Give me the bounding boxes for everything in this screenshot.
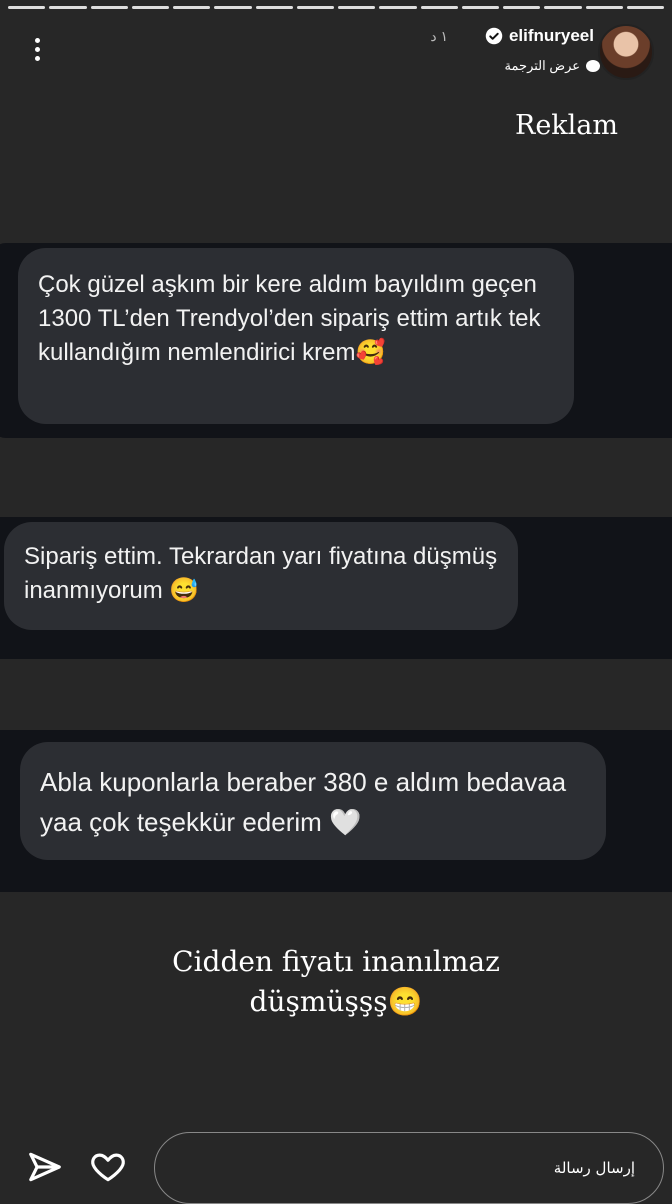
username[interactable]: elifnuryeel (509, 26, 594, 46)
caption-line: düşmüşşş😁 (249, 985, 423, 1018)
caption-line: Cidden fiyatı inanılmaz (172, 945, 500, 978)
message-bubble: Sipariş ettim. Tekrardan yarı fiyatına d… (4, 522, 518, 630)
user-row[interactable]: elifnuryeel (485, 26, 594, 46)
avatar[interactable] (598, 24, 654, 80)
progress-segment (255, 6, 293, 9)
progress-segment (420, 6, 458, 9)
story-footer (0, 1130, 672, 1204)
progress-segment (131, 6, 169, 9)
progress-segment (49, 6, 87, 9)
progress-segment (585, 6, 623, 9)
progress-segment (296, 6, 334, 9)
heart-icon[interactable] (88, 1148, 128, 1186)
progress-segment (90, 6, 128, 9)
progress-segment (626, 6, 664, 9)
story-time: ١ د (430, 28, 448, 44)
more-options-button[interactable] (22, 34, 52, 70)
progress-segment (173, 6, 211, 9)
message-input[interactable] (154, 1132, 664, 1204)
message-bubble: Çok güzel aşkım bir kere aldım bayıldım … (18, 248, 574, 424)
progress-segment (8, 6, 46, 9)
progress-segment (338, 6, 376, 9)
more-vertical-icon (34, 38, 40, 43)
progress-segment (214, 6, 252, 9)
story-caption: Cidden fiyatı inanılmaz düşmüşşş😁 (0, 942, 672, 1022)
message-bubble: Abla kuponlarla beraber 380 e aldım beda… (20, 742, 606, 860)
chat-bubble-icon (586, 60, 600, 72)
verified-badge-icon (485, 27, 503, 45)
more-vertical-icon-dot (34, 47, 40, 52)
story-header: ١ د elifnuryeel عرض الترجمة (0, 20, 672, 84)
progress-segment (544, 6, 582, 9)
translate-label[interactable]: عرض الترجمة (505, 58, 580, 74)
story-progress-bar (8, 6, 664, 9)
translate-link[interactable]: عرض الترجمة (505, 58, 600, 74)
send-icon[interactable] (26, 1148, 64, 1186)
progress-segment (503, 6, 541, 9)
ad-label: Reklam (514, 110, 618, 141)
progress-segment (379, 6, 417, 9)
more-vertical-icon-dot (34, 56, 40, 61)
progress-segment (461, 6, 499, 9)
